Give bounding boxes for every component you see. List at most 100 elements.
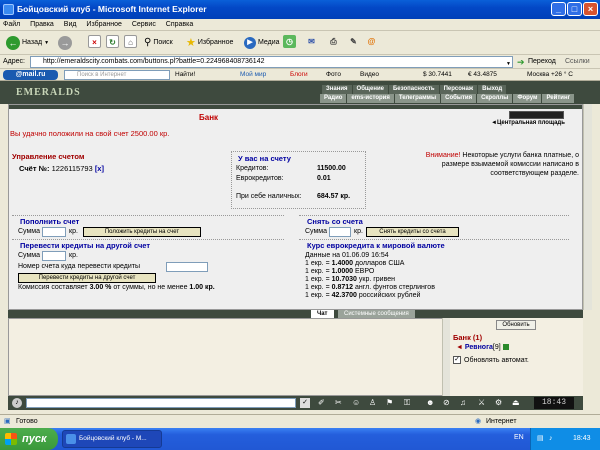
minimize-button[interactable]: _ xyxy=(551,2,566,16)
eraser-icon[interactable]: ✐ xyxy=(318,398,325,407)
taskbar: пуск Бойцовский клуб - M... EN ▤ ♪ 18:43 xyxy=(0,428,600,450)
links-label[interactable]: Ссылки xyxy=(565,55,590,69)
web-search-input[interactable]: Поиск в Интернет xyxy=(64,70,170,80)
exit-icon[interactable]: ⏏ xyxy=(512,398,520,407)
find-button[interactable]: Найти! xyxy=(175,69,195,81)
mailru-logo[interactable]: @mail.ru xyxy=(3,70,58,80)
chat-scrollbar[interactable] xyxy=(442,318,450,396)
nav-rating[interactable]: Рейтинг xyxy=(542,94,575,103)
scissors-icon[interactable]: ✂ xyxy=(335,398,342,407)
nav-telegrams[interactable]: Телеграммы xyxy=(394,94,441,103)
transfer-account-input[interactable] xyxy=(166,262,208,272)
window-titlebar: Бойцовский клуб - Microsoft Internet Exp… xyxy=(0,0,600,19)
central-square-link[interactable]: ◄Центральная площадь xyxy=(491,120,565,126)
rate-row: 1 екр. = 0.8712 англ. фунтов стерлингов xyxy=(305,284,435,291)
withdraw-section: Снять со счета Сумма кр. Снять кредиты с… xyxy=(299,215,569,237)
chat-speaker-icon[interactable]: ♪ xyxy=(12,398,22,408)
nav-forum[interactable]: Форум xyxy=(513,94,542,103)
fight-icon[interactable]: ⚔ xyxy=(478,398,485,407)
auto-refresh-option[interactable]: ✓ Обновлять автомат. xyxy=(453,356,529,364)
content-scrollbar[interactable] xyxy=(583,104,592,310)
nav-security[interactable]: Безопасность xyxy=(388,85,439,94)
video-link[interactable]: Видео xyxy=(360,69,379,81)
nav-events[interactable]: События xyxy=(441,94,477,103)
home-icon[interactable]: ⌂ xyxy=(124,35,137,48)
chat-message-input[interactable] xyxy=(26,398,296,408)
back-button[interactable]: ← Назад ▼ xyxy=(6,35,49,51)
menu-favorites[interactable]: Избранное xyxy=(86,21,121,28)
nav-ems-history[interactable]: ems-история xyxy=(347,94,394,103)
menu-view[interactable]: Вид xyxy=(64,21,77,28)
media-button[interactable]: ▶ Медиа xyxy=(244,35,280,51)
deposit-button[interactable]: Положить кредиты на счет xyxy=(83,227,201,237)
stop-sign-icon[interactable]: ⊘ xyxy=(443,398,450,407)
forward-arrow-icon: → xyxy=(58,36,72,50)
player-entry[interactable]: ◄ Ревнога[9] xyxy=(456,344,509,351)
close-account-link[interactable]: [x] xyxy=(95,164,104,173)
address-input[interactable]: http://emeraldscity.combats.com/buttons.… xyxy=(30,56,513,68)
blogs-link[interactable]: Блоги xyxy=(290,69,308,81)
volume-icon[interactable]: ♪ xyxy=(549,428,553,450)
withdraw-button[interactable]: Снять кредиты со счета xyxy=(366,227,459,237)
refresh-button[interactable]: Обновить xyxy=(496,320,536,330)
nav-social[interactable]: Общение xyxy=(352,85,388,94)
history-icon[interactable]: ◷ xyxy=(283,35,296,48)
player-name[interactable]: Ревнога xyxy=(465,344,493,351)
go-button[interactable]: Переход xyxy=(528,55,556,69)
language-indicator[interactable]: EN xyxy=(514,434,524,441)
status-bar: ▣ Готово ◉ Интернет xyxy=(0,414,600,428)
nav-scrolls[interactable]: Скроллы xyxy=(477,94,513,103)
print-icon[interactable]: ⎙ xyxy=(327,35,340,48)
auto-refresh-checkbox[interactable]: ✓ xyxy=(453,356,461,364)
stop-icon[interactable]: × xyxy=(88,35,101,48)
sound-icon[interactable]: ♫ xyxy=(460,398,466,407)
rates-date: Данные на 01.06.09 16:54 xyxy=(305,252,389,259)
edit-icon[interactable]: ✎ xyxy=(347,35,360,48)
mail-icon[interactable]: ✉ xyxy=(305,35,318,48)
deposit-amount-input[interactable] xyxy=(42,227,66,237)
withdraw-amount-input[interactable] xyxy=(329,227,351,237)
status-text: Готово xyxy=(16,418,38,425)
taskbar-ie-window[interactable]: Бойцовский клуб - M... xyxy=(62,430,162,448)
send-icon[interactable]: ✓ xyxy=(300,398,310,408)
transfer-button[interactable]: Перевести кредиты на другой счет xyxy=(18,273,156,283)
search-icon: ⚲ xyxy=(144,37,152,48)
tab-system-messages[interactable]: Системные сообщения xyxy=(338,310,415,318)
commission-line: Комиссия составляет 3.00 % от суммы, но … xyxy=(18,284,215,291)
network-icon[interactable]: ▤ xyxy=(537,428,544,450)
search-button[interactable]: ⚲ Поиск xyxy=(144,35,173,51)
menu-edit[interactable]: Правка xyxy=(30,21,54,28)
go-arrow-icon[interactable]: ➔ xyxy=(517,55,525,69)
usd-rate: $ 30.7441 xyxy=(423,71,452,78)
filter-icon[interactable]: ⚑ xyxy=(386,398,393,407)
at-icon[interactable]: @ xyxy=(365,35,378,48)
nav-exit[interactable]: Выход xyxy=(478,85,507,94)
menu-file[interactable]: Файл xyxy=(3,21,20,28)
balance-box: У вас на счету Кредитов: 11500.00 Еврокр… xyxy=(231,151,366,209)
favorites-button[interactable]: ★ Избранное xyxy=(186,35,233,51)
person-icon[interactable]: ♙ xyxy=(369,398,376,407)
nav-radio[interactable]: Радио xyxy=(320,94,347,103)
maximize-button[interactable]: □ xyxy=(567,2,582,16)
people-icon[interactable]: ☺ xyxy=(352,398,360,407)
nav-knowledge[interactable]: Знания xyxy=(322,85,352,94)
private-msg-icon[interactable]: ◄ xyxy=(456,344,463,351)
photo-link[interactable]: Фото xyxy=(326,69,341,81)
weather-info: Москва +26 ° С xyxy=(527,71,573,78)
tab-chat[interactable]: Чат xyxy=(311,310,334,318)
close-button[interactable]: × xyxy=(583,2,598,16)
menu-tools[interactable]: Сервис xyxy=(132,21,156,28)
game-nav-main: Знания Общение Безопасность Персонаж Вых… xyxy=(322,85,507,94)
refresh-icon[interactable]: ↻ xyxy=(106,35,119,48)
start-button[interactable]: пуск xyxy=(0,428,58,450)
lock-icon[interactable]: ⚿ xyxy=(404,398,410,408)
nav-character[interactable]: Персонаж xyxy=(439,85,478,94)
tray-clock: 18:43 xyxy=(573,435,591,442)
settings-icon[interactable]: ⚙ xyxy=(495,398,502,407)
transfer-amount-input[interactable] xyxy=(42,251,66,261)
smile-icon[interactable]: ☻ xyxy=(426,398,434,407)
player-info-icon[interactable] xyxy=(502,344,509,351)
my-world-link[interactable]: Мой мир xyxy=(240,69,266,81)
forward-button[interactable]: → xyxy=(58,35,72,51)
menu-help[interactable]: Справка xyxy=(166,21,193,28)
